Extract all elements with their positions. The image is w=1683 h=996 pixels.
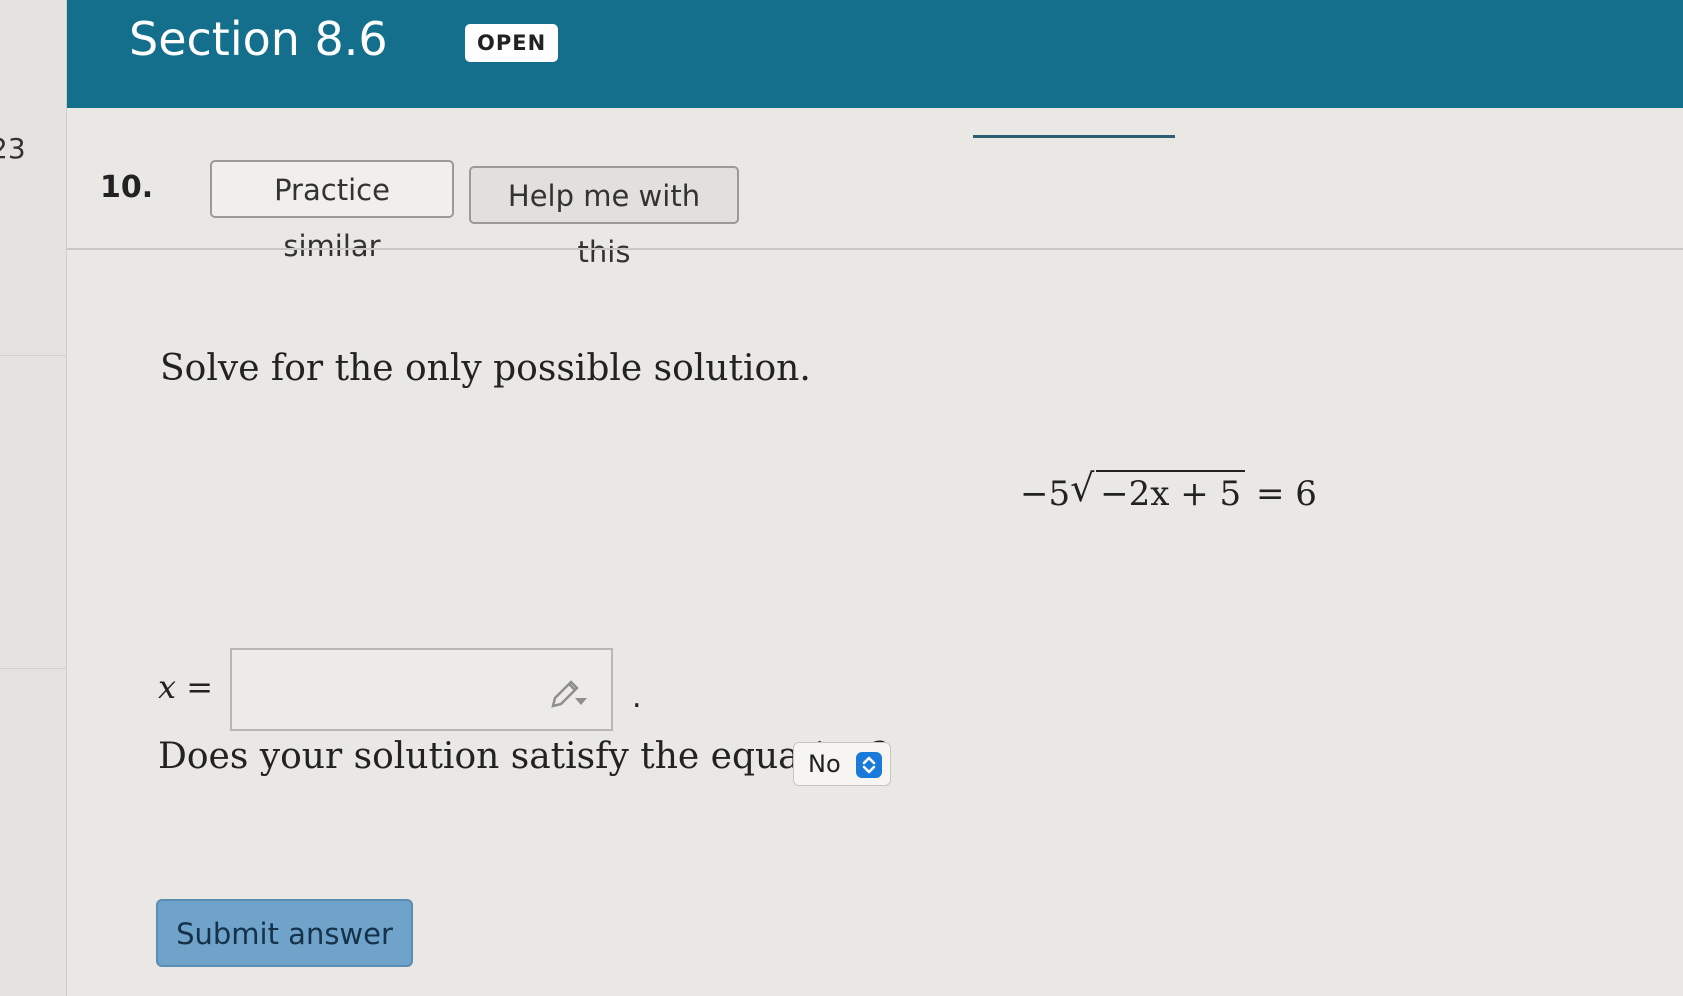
equation-rhs: = 6 xyxy=(1255,474,1317,514)
satisfy-select[interactable]: No xyxy=(793,742,891,786)
submit-answer-button[interactable]: Submit answer xyxy=(156,899,413,967)
radical: √ −2x + 5 xyxy=(1070,466,1246,514)
practice-similar-button[interactable]: Practice similar xyxy=(210,160,454,263)
question-number: 10. xyxy=(100,170,154,205)
section-header: Section 8.6 OPEN xyxy=(67,0,1683,108)
satisfy-question: Does your solution satisfy the equation? xyxy=(158,736,890,777)
select-value: No xyxy=(808,750,841,778)
sidebar-divider xyxy=(0,668,66,669)
sidebar-question-number: 23 xyxy=(0,132,26,165)
question-prompt: Solve for the only possible solution. xyxy=(160,348,811,389)
section-title: Section 8.6 xyxy=(129,12,388,66)
status-badge: OPEN xyxy=(465,24,559,62)
answer-label: x = xyxy=(158,668,214,706)
radical-sign: √ xyxy=(1070,466,1095,510)
radicand: −2x + 5 xyxy=(1096,470,1246,514)
equation-coefficient: −5 xyxy=(1020,474,1071,514)
help-me-button[interactable]: Help me with this xyxy=(469,166,739,269)
sidebar-divider xyxy=(0,355,66,356)
equation: −5 √ −2x + 5 = 6 xyxy=(1020,466,1317,514)
chevron-updown-icon xyxy=(856,752,882,778)
section-divider xyxy=(67,248,1683,250)
left-sidebar: 23 xyxy=(0,0,67,996)
answer-input[interactable] xyxy=(230,648,613,731)
decorative-underline xyxy=(973,135,1175,138)
answer-period: . xyxy=(632,680,642,715)
pencil-icon[interactable] xyxy=(549,674,589,708)
